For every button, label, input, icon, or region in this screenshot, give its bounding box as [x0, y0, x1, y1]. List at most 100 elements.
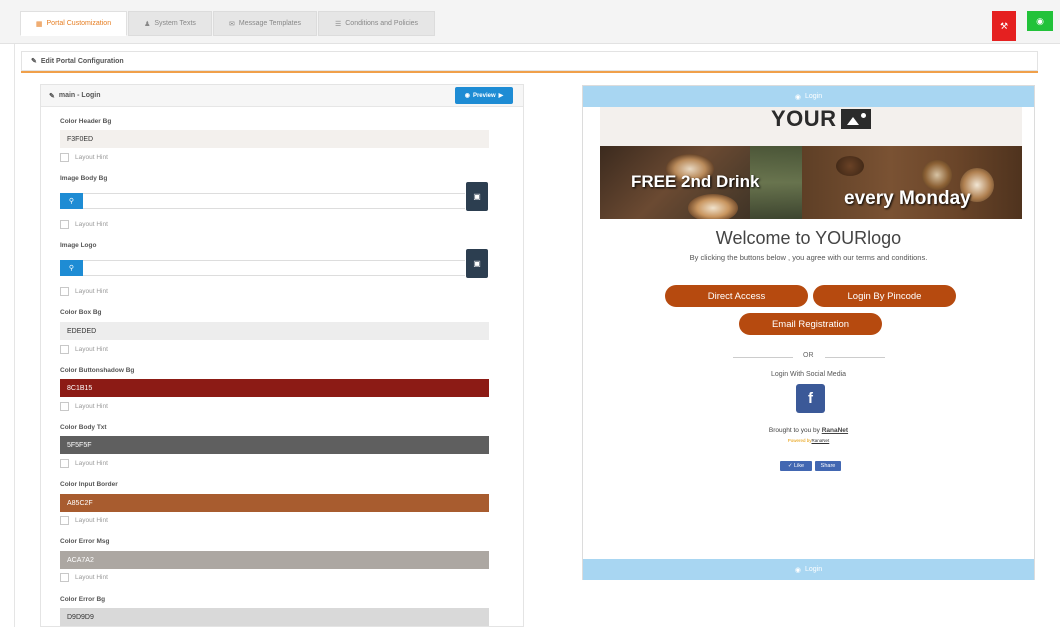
fb-share-button[interactable]: Share — [815, 461, 841, 471]
search-button[interactable]: ⚲ — [60, 193, 83, 209]
banner-text-primary: FREE 2nd Drink — [631, 172, 760, 191]
band-label: Login — [804, 93, 823, 100]
play-icon: ▶ — [498, 93, 504, 99]
coffee-beans-image — [836, 156, 864, 176]
tab-system-texts[interactable]: ♟ System Texts — [128, 11, 212, 36]
field-label: Color Header Bg — [60, 118, 112, 125]
eye-icon: ◉ — [794, 566, 801, 574]
color-input-error-msg[interactable]: ACA7A2 — [60, 551, 489, 569]
image-path-field[interactable] — [83, 260, 465, 276]
email-registration-button[interactable]: Email Registration — [739, 313, 882, 335]
login-band-top[interactable]: ◉ Login — [583, 86, 1034, 107]
hint-label: Layout Hint — [75, 221, 108, 228]
section-title: Edit Portal Configuration — [40, 57, 124, 65]
checkbox[interactable] — [60, 516, 69, 525]
tab-label: Message Templates — [238, 20, 301, 27]
checkbox[interactable] — [60, 153, 69, 162]
thumbs-up-icon: ✓ — [787, 463, 793, 469]
checkbox[interactable] — [60, 220, 69, 229]
tab-conditions-policies[interactable]: ☰ Conditions and Policies — [318, 11, 435, 36]
envelope-icon: ✉ — [229, 20, 235, 28]
welcome-heading: Welcome to YOURlogo — [715, 228, 902, 248]
powered-by-line: Powered byRanaNet — [583, 438, 1034, 443]
or-divider: OR — [733, 352, 888, 362]
facebook-login-button[interactable]: f — [796, 384, 825, 413]
checkbox[interactable] — [60, 402, 69, 411]
field-label: Color Buttonshadow Bg — [60, 367, 135, 374]
edit-icon: ✎ — [31, 58, 37, 65]
divider-line — [825, 357, 885, 358]
coffee-cup-image — [922, 160, 952, 190]
layout-hint-checkbox[interactable]: Layout Hint — [60, 573, 108, 582]
folder-icon: ▣ — [473, 259, 481, 268]
facebook-icon: f — [808, 390, 813, 407]
checkbox[interactable] — [60, 287, 69, 296]
color-input-error-bg[interactable]: D9D9D9 — [60, 608, 489, 626]
powered-link[interactable]: RanaNet — [812, 438, 830, 443]
layout-hint-checkbox[interactable]: Layout Hint — [60, 153, 108, 162]
color-input-input-border[interactable]: A85C2F — [60, 494, 489, 512]
edit-icon: ✎ — [49, 92, 55, 100]
image-path-field[interactable] — [83, 193, 465, 209]
checkbox[interactable] — [60, 573, 69, 582]
hint-label: Layout Hint — [75, 288, 108, 295]
hint-label: Layout Hint — [75, 346, 108, 353]
checkbox[interactable] — [60, 459, 69, 468]
tools-button[interactable]: ⚒ — [992, 11, 1016, 41]
color-input-header-bg[interactable]: F3F0ED — [60, 130, 489, 148]
view-button[interactable]: ◉ — [1027, 11, 1053, 31]
login-preview: YOUR ◉ Login FREE 2nd Drink every Monday… — [582, 85, 1035, 580]
logo-text: YOUR — [771, 106, 837, 132]
search-icon: ⚲ — [68, 198, 75, 205]
eye-icon: ◉ — [794, 93, 801, 101]
hint-label: Layout Hint — [75, 574, 108, 581]
color-input-box-bg[interactable]: EDEDED — [60, 322, 489, 340]
folder-button[interactable]: ▣ — [466, 249, 488, 278]
band-label: Login — [804, 566, 823, 573]
preview-button[interactable]: ◉ Preview ▶ — [455, 87, 513, 104]
or-label: OR — [803, 352, 814, 359]
list-icon: ☰ — [334, 20, 342, 28]
fb-like-button[interactable]: ✓ Like — [780, 461, 812, 471]
panel-title: main - Login — [58, 92, 101, 99]
palette-icon: ▦ — [35, 20, 43, 28]
search-button[interactable]: ⚲ — [60, 260, 83, 276]
eye-icon: ◉ — [1036, 15, 1044, 26]
field-label: Image Logo — [60, 242, 97, 249]
brought-by-line: Brought to you by RanaNet — [583, 427, 1034, 434]
brought-link[interactable]: RanaNet — [822, 427, 848, 434]
checkbox[interactable] — [60, 345, 69, 354]
coffee-cup-image — [688, 194, 738, 219]
layout-hint-checkbox[interactable]: Layout Hint — [60, 220, 108, 229]
layout-hint-checkbox[interactable]: Layout Hint — [60, 345, 108, 354]
layout-hint-checkbox[interactable]: Layout Hint — [60, 516, 108, 525]
color-input-body-txt[interactable]: 5F5F5F — [60, 436, 489, 454]
image-icon — [840, 109, 871, 129]
image-picker-body-bg: ⚲ ▣ — [60, 182, 488, 211]
hint-label: Layout Hint — [75, 460, 108, 467]
login-by-pincode-button[interactable]: Login By Pincode — [813, 285, 956, 307]
brought-prefix: Brought to you by — [768, 427, 820, 434]
social-login-label: Login With Social Media — [770, 371, 847, 378]
folder-icon: ▣ — [473, 192, 481, 201]
folder-button[interactable]: ▣ — [466, 182, 488, 211]
field-label: Color Body Txt — [60, 424, 107, 431]
login-band-bottom[interactable]: ◉ Login — [583, 559, 1034, 580]
tab-message-templates[interactable]: ✉ Message Templates — [213, 11, 317, 36]
eye-icon: ◉ — [464, 93, 470, 99]
field-label: Color Error Bg — [60, 596, 106, 603]
layout-hint-checkbox[interactable]: Layout Hint — [60, 459, 108, 468]
layout-hint-checkbox[interactable]: Layout Hint — [60, 287, 108, 296]
field-label: Color Input Border — [60, 481, 118, 488]
powered-prefix: Powered by — [787, 438, 812, 443]
panel-header: ✎ main - Login ◉ Preview ▶ — [41, 85, 523, 107]
color-input-buttonshadow-bg[interactable]: 8C1B15 — [60, 379, 489, 397]
field-label: Image Body Bg — [60, 175, 108, 182]
form-panel: ✎ main - Login ◉ Preview ▶ Color Header … — [40, 84, 524, 627]
tab-portal-customization[interactable]: ▦ Portal Customization — [20, 11, 127, 36]
banner-text-secondary: every Monday — [844, 188, 971, 209]
user-icon: ♟ — [144, 20, 151, 28]
layout-hint-checkbox[interactable]: Layout Hint — [60, 402, 108, 411]
tab-label: Conditions and Policies — [345, 20, 419, 27]
direct-access-button[interactable]: Direct Access — [665, 285, 808, 307]
